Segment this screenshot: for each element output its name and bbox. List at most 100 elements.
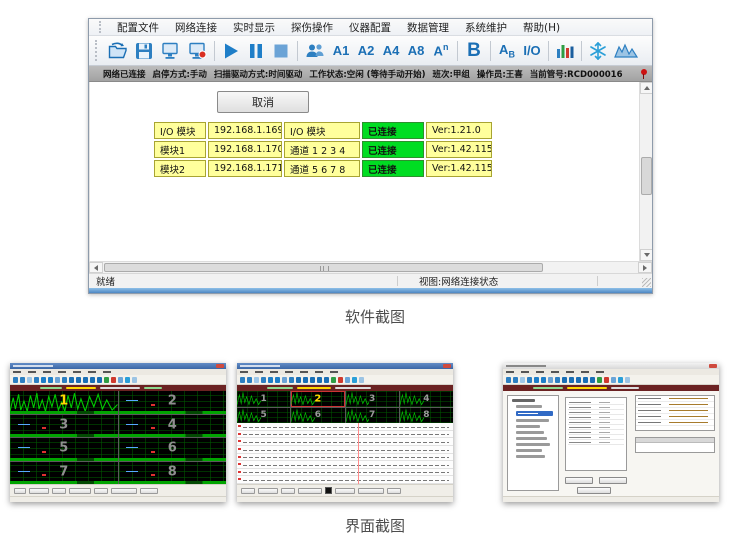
mini-toolbar-icon[interactable] (359, 377, 364, 383)
bar-chart-button[interactable] (553, 38, 577, 64)
vertical-scroll-thumb[interactable] (641, 157, 652, 195)
network-connect-button[interactable] (157, 38, 183, 64)
mini-control[interactable] (358, 488, 384, 494)
mini-toolbar-icon[interactable] (562, 377, 567, 383)
vertical-scrollbar[interactable] (639, 82, 652, 261)
mini-toolbar-icon[interactable] (317, 377, 322, 383)
scroll-down-arrow[interactable] (640, 249, 652, 261)
ab-scan-button[interactable]: AB (495, 38, 519, 64)
tree-item[interactable] (512, 399, 535, 402)
mini-toolbar-icon[interactable] (611, 377, 616, 383)
config-button[interactable] (565, 477, 593, 484)
mini-toolbar-icon[interactable] (125, 377, 130, 383)
mini-toolbar-icon[interactable] (296, 377, 301, 383)
cancel-button[interactable]: 取消 (217, 91, 309, 113)
mini-toolbar-icon[interactable] (345, 377, 350, 383)
mini-toolbar-icon[interactable] (331, 377, 336, 383)
waveform-cell[interactable]: 6 (291, 408, 344, 424)
menu-item[interactable]: 帮助(H) (516, 19, 567, 36)
waveform-panel[interactable]: 1 (10, 391, 118, 414)
channel-a2-button[interactable]: A2 (354, 38, 378, 64)
mini-toolbar-icon[interactable] (541, 377, 546, 383)
waveform-panel[interactable]: 5 (10, 438, 118, 461)
mini-control[interactable] (52, 488, 66, 494)
mini-toolbar-icon[interactable] (604, 377, 609, 383)
mini-toolbar-icon[interactable] (254, 377, 259, 383)
mini-toolbar-icon[interactable] (352, 377, 357, 383)
mini-toolbar-icon[interactable] (506, 377, 511, 383)
channel-an-button[interactable]: An (429, 38, 453, 64)
mini-toolbar-icon[interactable] (289, 377, 294, 383)
pause-button[interactable] (244, 38, 268, 64)
mini-control[interactable] (69, 488, 91, 494)
menu-item[interactable]: 仪器配置 (342, 19, 398, 36)
waveform-cell[interactable]: 7 (346, 408, 399, 424)
table-row[interactable]: 模块2192.168.1.171通道 5 6 7 8已连接Ver:1.42.11… (154, 160, 492, 177)
mini-toolbar-icon[interactable] (282, 377, 287, 383)
open-button[interactable] (105, 38, 131, 64)
mini-control[interactable] (14, 488, 26, 494)
channel-a8-button[interactable]: A8 (404, 38, 428, 64)
mini-toolbar-icon[interactable] (62, 377, 67, 383)
mini-toolbar-icon[interactable] (247, 377, 252, 383)
mini-toolbar-icon[interactable] (555, 377, 560, 383)
tree-item[interactable] (516, 411, 553, 416)
spectrum-button[interactable] (611, 38, 641, 64)
mini-toolbar-icon[interactable] (41, 377, 46, 383)
tree-item[interactable] (516, 443, 550, 446)
start-button[interactable] (219, 38, 243, 64)
waveform-cell[interactable]: 1 (237, 391, 290, 407)
mini-toolbar-icon[interactable] (520, 377, 525, 383)
horizontal-scrollbar[interactable] (89, 261, 652, 273)
tree-item[interactable] (516, 405, 542, 408)
mini-toolbar-icon[interactable] (534, 377, 539, 383)
save-button[interactable] (132, 38, 156, 64)
waveform-cell[interactable]: 5 (237, 408, 290, 424)
mini-toolbar-icon[interactable] (132, 377, 137, 383)
mini-toolbar-icon[interactable] (83, 377, 88, 383)
tree-item[interactable] (516, 431, 544, 434)
mini-toolbar-icon[interactable] (625, 377, 630, 383)
config-tree-panel[interactable] (507, 395, 559, 491)
mini-toolbar-icon[interactable] (13, 377, 18, 383)
mini-control[interactable] (281, 488, 295, 494)
mini-toolbar-icon[interactable] (48, 377, 53, 383)
mini-control[interactable] (140, 488, 158, 494)
b-scan-button[interactable]: B (462, 38, 486, 64)
mini-toolbar-icon[interactable] (69, 377, 74, 383)
menu-item[interactable]: 探伤操作 (284, 19, 340, 36)
table-row[interactable]: I/O 模块192.168.1.169I/O 模块已连接Ver:1.21.0 (154, 122, 492, 139)
tree-item[interactable] (516, 455, 545, 458)
mini-toolbar-icon[interactable] (338, 377, 343, 383)
mini-close-button[interactable] (709, 364, 717, 368)
mini-control[interactable] (387, 488, 401, 494)
io-button[interactable]: I/O (520, 38, 544, 64)
operators-button[interactable] (302, 38, 328, 64)
tree-item[interactable] (516, 425, 540, 428)
tree-item[interactable] (516, 449, 542, 452)
mini-control[interactable] (29, 488, 49, 494)
resize-grip[interactable] (642, 278, 651, 287)
mini-toolbar-icon[interactable] (576, 377, 581, 383)
table-row[interactable]: 模块1192.168.1.170通道 1 2 3 4已连接Ver:1.42.11… (154, 141, 492, 158)
waveform-panel[interactable]: 3 (10, 415, 118, 438)
waveform-panel[interactable]: 2 (119, 391, 227, 414)
mini-toolbar-icon[interactable] (275, 377, 280, 383)
mini-toolbar-icon[interactable] (27, 377, 32, 383)
waveform-panel[interactable]: 7 (10, 462, 118, 485)
waveform-panel[interactable]: 4 (119, 415, 227, 438)
mini-toolbar-icon[interactable] (527, 377, 532, 383)
mini-toolbar-icon[interactable] (597, 377, 602, 383)
mini-toolbar-icon[interactable] (104, 377, 109, 383)
waveform-panel[interactable]: 8 (119, 462, 227, 485)
mini-toolbar-icon[interactable] (548, 377, 553, 383)
tree-item[interactable] (516, 437, 547, 440)
menu-item[interactable]: 系统维护 (458, 19, 514, 36)
mini-toolbar-icon[interactable] (34, 377, 39, 383)
mini-toolbar-icon[interactable] (310, 377, 315, 383)
network-disconnect-button[interactable] (184, 38, 210, 64)
mini-toolbar-icon[interactable] (97, 377, 102, 383)
tree-item[interactable] (516, 419, 549, 422)
mini-close-button[interactable] (443, 364, 451, 368)
mini-close-button[interactable] (216, 364, 224, 368)
